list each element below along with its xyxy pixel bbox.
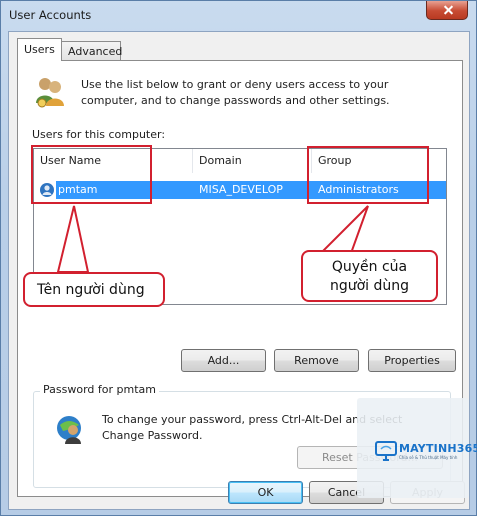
- username-callout-text: Tên người dùng: [37, 282, 145, 298]
- users-list-label: Users for this computer:: [32, 128, 166, 141]
- remove-user-button[interactable]: Remove: [274, 349, 359, 372]
- watermark-brand: MAYTINH365: [399, 442, 477, 455]
- intro-text: Use the list below to grant or deny user…: [81, 78, 390, 107]
- cell-domain: MISA_DEVELOP: [199, 183, 283, 196]
- title-bar[interactable]: User Accounts: [1, 1, 476, 31]
- group-highlight-box: [307, 146, 429, 204]
- username-highlight-box: [31, 145, 152, 204]
- permission-callout-line2: người dùng: [329, 278, 410, 294]
- tab-advanced[interactable]: Advanced: [61, 41, 122, 61]
- watermark-tagline: Chia sẻ & Thủ thuật Máy tính: [399, 455, 458, 460]
- user-keyboard-icon: [57, 416, 81, 444]
- ok-button[interactable]: OK: [228, 481, 303, 504]
- window-title: User Accounts: [9, 8, 92, 22]
- monitor-logo-icon: [375, 441, 397, 461]
- users-icon: [36, 78, 64, 108]
- tab-users[interactable]: Users: [17, 38, 62, 61]
- username-callout: Tên người dùng: [23, 272, 165, 307]
- column-header-domain[interactable]: Domain: [193, 149, 312, 173]
- password-groupbox-title: Password for pmtam: [40, 383, 159, 396]
- properties-button[interactable]: Properties: [368, 349, 456, 372]
- permission-callout-line1: Quyền của: [331, 259, 408, 275]
- watermark: MAYTINH365 Chia sẻ & Thủ thuật Máy tính: [357, 398, 477, 498]
- close-button[interactable]: [426, 1, 468, 20]
- add-user-button[interactable]: Add...: [181, 349, 266, 372]
- permission-callout: Quyền của người dùng: [301, 250, 438, 302]
